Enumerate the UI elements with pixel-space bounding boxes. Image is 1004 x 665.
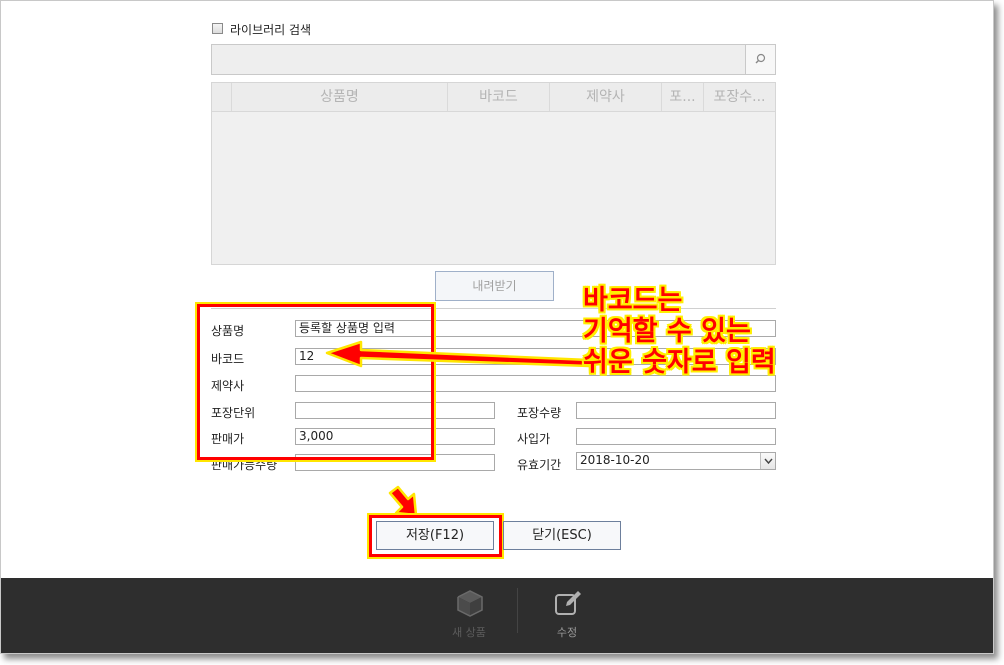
- download-button[interactable]: 내려받기: [435, 271, 554, 301]
- grid-col-manufacturer[interactable]: 제약사: [550, 83, 662, 111]
- label-package-qty: 포장수량: [517, 406, 562, 420]
- search-button[interactable]: [745, 45, 775, 74]
- bottom-toolbar: 새 상품 수정: [1, 578, 993, 653]
- library-search-label: 라이브러리 검색: [230, 23, 312, 37]
- edit-label: 수정: [556, 626, 578, 639]
- edit-button[interactable]: 수정: [529, 586, 605, 644]
- box-icon: [457, 590, 483, 617]
- edit-icon: [555, 591, 581, 615]
- highlight-box-form: [197, 304, 434, 460]
- new-product-button[interactable]: 새 상품: [431, 586, 507, 644]
- save-button[interactable]: 저장(F12): [376, 521, 494, 550]
- expiry-value: 2018-10-20: [580, 453, 650, 467]
- results-grid[interactable]: 상품명 바코드 제약사 포... 포장수...: [211, 82, 776, 265]
- grid-col-select[interactable]: [212, 83, 232, 111]
- label-purchase-price: 사입가: [517, 432, 551, 446]
- grid-col-barcode[interactable]: 바코드: [448, 83, 550, 111]
- callout-line-3: 쉬운 숫자로 입력: [583, 347, 776, 378]
- grid-col-product-name[interactable]: 상품명: [232, 83, 448, 111]
- purchase-price-input[interactable]: [576, 428, 776, 445]
- search-icon: [755, 53, 766, 64]
- grid-col-package[interactable]: 포...: [662, 83, 704, 111]
- app-window: 라이브러리 검색 상품명 바코드 제약사 포... 포장수... 내려받기 상품…: [0, 0, 994, 654]
- close-button[interactable]: 닫기(ESC): [503, 521, 621, 550]
- callout-line-2: 기억할 수 있는: [583, 316, 751, 347]
- save-pointer-arrow-icon: [388, 485, 418, 517]
- new-product-label: 새 상품: [452, 626, 486, 639]
- callout-arrow-icon: [325, 340, 591, 368]
- chevron-down-icon: [764, 458, 773, 465]
- library-search-checkbox[interactable]: [212, 23, 223, 34]
- grid-col-package-qty[interactable]: 포장수...: [704, 83, 775, 111]
- label-expiry: 유효기간: [517, 458, 562, 472]
- expiry-select[interactable]: 2018-10-20: [576, 452, 776, 470]
- package-qty-input[interactable]: [576, 402, 776, 419]
- search-input[interactable]: [211, 44, 776, 75]
- expiry-dropdown-button[interactable]: [760, 453, 775, 469]
- callout-line-1: 바코드는: [583, 285, 683, 316]
- dock-divider: [517, 588, 518, 633]
- grid-header: 상품명 바코드 제약사 포... 포장수...: [212, 83, 775, 112]
